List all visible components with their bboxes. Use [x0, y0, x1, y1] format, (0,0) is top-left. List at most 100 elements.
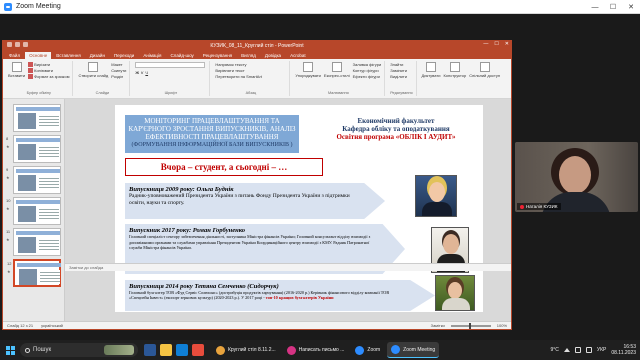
quick-access-toolbar [7, 42, 28, 47]
participant-video[interactable]: Наталія КУЗИК [515, 142, 638, 212]
underline-button[interactable]: Ч [145, 70, 148, 75]
arrange-button[interactable]: Упорядкувати [295, 62, 321, 79]
taskbar-app[interactable]: Zoom [351, 342, 384, 358]
clipboard-group: Вставити Вирізати Копіювати Формат за зр… [5, 61, 74, 96]
graduate-card: Випускниця 2009 року: Ольга Буднік Радни… [125, 183, 385, 219]
chrome-icon[interactable] [192, 344, 204, 356]
slide-thumbnail[interactable]: 8 ★ [6, 135, 61, 163]
taskbar-app[interactable]: Круглий стіл 8.11.2... [212, 342, 280, 358]
ppt-body: 8 ★ 9 ★ 10 ★ 11 ★ 12 ★ МОНІТОРИНГ ПРАЦЕВЛАШТУВАНН… [3, 99, 511, 321]
minimize-button[interactable]: — [586, 0, 604, 14]
format-painter-button[interactable]: Формат за зразком [28, 74, 69, 79]
taskbar-app[interactable]: Написать письмо ... [283, 342, 349, 358]
editing-group: Знайти Замінити Виділити Редагування [387, 61, 417, 96]
ribbon-tab[interactable]: Основне [25, 52, 52, 59]
select-button[interactable]: Виділити [390, 74, 412, 79]
ribbon-tab[interactable]: Слайд-шоу [166, 52, 197, 59]
app-icon [216, 345, 225, 355]
smartart-button[interactable]: Перетворити на SmartArt [215, 74, 286, 79]
designer-button[interactable]: Конструктор [443, 62, 466, 78]
text-direction-button[interactable]: Напрямок тексту [215, 62, 286, 67]
microphone-icon [425, 62, 436, 72]
cut-button[interactable]: Вирізати [28, 62, 69, 67]
font-label: Шрифт [164, 91, 178, 95]
share-button[interactable]: Спільний доступ [469, 62, 500, 78]
ribbon-tab[interactable]: Дизайн [86, 52, 109, 59]
paste-button[interactable]: Вставити [8, 62, 25, 79]
zoom-titlebar: Zoom Meeting — ☐ ✕ [0, 0, 640, 14]
section-button[interactable]: Розділ [111, 74, 126, 79]
department-label: Кафедра обліку та оподаткування [342, 125, 450, 133]
file-explorer-icon[interactable] [160, 344, 172, 356]
ppt-close-button[interactable]: ✕ [505, 41, 509, 47]
ribbon-tab[interactable]: Анімація [139, 52, 165, 59]
clock-date: 08.11.2023 [611, 350, 636, 356]
start-button[interactable] [0, 340, 20, 360]
ppt-title-bar: КУЗИК_08_11_Круглий стіл - PowerPoint — … [3, 41, 511, 50]
dictate-button[interactable]: Диктувати [422, 62, 440, 78]
undo-icon[interactable] [15, 42, 20, 47]
keyboard-language[interactable]: УКР [597, 347, 606, 353]
shape-fill-button[interactable]: Заливка фігури [353, 62, 382, 67]
weather-temp[interactable]: 9°C [551, 347, 559, 353]
maximize-button[interactable]: ☐ [604, 0, 622, 14]
graduate-title: Випускниця 2009 року: Ольга Буднік [129, 186, 234, 193]
current-slide[interactable]: МОНІТОРИНГ ПРАЦЕВЛАШТУВАННЯ ТА КАР'ЄРНОГ… [115, 105, 483, 312]
ribbon-tab[interactable]: Вставлення [52, 52, 85, 59]
close-button[interactable]: ✕ [622, 0, 640, 14]
ribbon-tab[interactable]: Рецензування [199, 52, 236, 59]
slides-group: Створити слайд Макет Скинути Розділ Слай… [75, 61, 131, 96]
zoom-logo-icon [4, 2, 12, 11]
new-slide-button[interactable]: Створити слайд [78, 62, 108, 79]
app-icon [391, 345, 401, 354]
redo-icon[interactable] [23, 42, 28, 47]
align-text-button[interactable]: Вирівняти текст [215, 68, 286, 73]
ppt-maximize-button[interactable]: ☐ [494, 41, 498, 47]
slide-thumbnail[interactable]: 10 ★ [6, 197, 61, 225]
ribbon-tab[interactable]: Acrobat [286, 52, 310, 59]
quick-styles-button[interactable]: Експрес-стилі [324, 62, 350, 79]
participant-name-tag: Наталія КУЗИК [517, 203, 561, 210]
graduate-photo [415, 175, 457, 217]
tray-chevron-icon[interactable] [563, 348, 570, 352]
edge-icon[interactable] [176, 344, 188, 356]
graduate-card: Випускниця 2014 року Тетяна Семченко (Си… [125, 280, 435, 311]
task-view-icon[interactable] [144, 344, 156, 356]
voice-designer-group: Диктувати Конструктор Спільний доступ [419, 61, 503, 96]
find-button[interactable]: Знайти [390, 62, 412, 67]
highlight-text: топ-10 [265, 295, 278, 301]
ribbon-tab[interactable]: Довідка [261, 52, 285, 59]
paste-icon [11, 62, 22, 72]
graduate-photo [435, 275, 475, 311]
highlight-tail: кращих бухгалтерів України [278, 295, 334, 301]
taskbar-search[interactable]: Пошук [20, 343, 138, 357]
save-icon[interactable] [7, 42, 12, 47]
slide-header-title: МОНІТОРИНГ ПРАЦЕВЛАШТУВАННЯ ТА КАР'ЄРНОГ… [128, 117, 296, 141]
replace-button[interactable]: Замінити [390, 68, 412, 73]
ribbon-tab[interactable]: Вигляд [237, 52, 260, 59]
reset-button[interactable]: Скинути [111, 68, 126, 73]
slide-notes[interactable]: Замітки до слайда [65, 263, 511, 271]
graduate-desc: Головний спеціаліст сектору забезпечення… [129, 234, 371, 251]
slide-thumbnail[interactable]: 9 ★ [6, 166, 61, 194]
italic-button[interactable]: К [141, 70, 143, 75]
bold-button[interactable]: Ж [135, 70, 139, 75]
zoom-slider[interactable] [450, 322, 491, 329]
zoom-level[interactable]: 100% [497, 323, 507, 328]
shape-outline-button[interactable]: Контур фігури [353, 68, 382, 73]
taskbar-app[interactable]: Zoom Meeting [387, 342, 440, 358]
slide-thumbnail[interactable] [13, 104, 61, 132]
ppt-minimize-button[interactable]: — [483, 41, 488, 47]
ribbon-tab[interactable]: Переходи [110, 52, 138, 59]
notes-toggle[interactable]: Замітки [431, 323, 445, 328]
clock[interactable]: 16:53 08.11.2023 [611, 344, 636, 356]
copy-button[interactable]: Копіювати [28, 68, 69, 73]
volume-icon[interactable] [585, 347, 592, 353]
font-name-select[interactable] [135, 62, 206, 68]
layout-button[interactable]: Макет [111, 62, 126, 67]
slide-thumbnail[interactable]: 12 ★ [7, 259, 61, 287]
shape-effects-button[interactable]: Ефекти фігури [353, 74, 382, 79]
network-icon[interactable] [574, 347, 581, 353]
ribbon-tab[interactable]: Файл [5, 52, 24, 59]
slide-thumbnail[interactable]: 11 ★ [6, 228, 61, 256]
